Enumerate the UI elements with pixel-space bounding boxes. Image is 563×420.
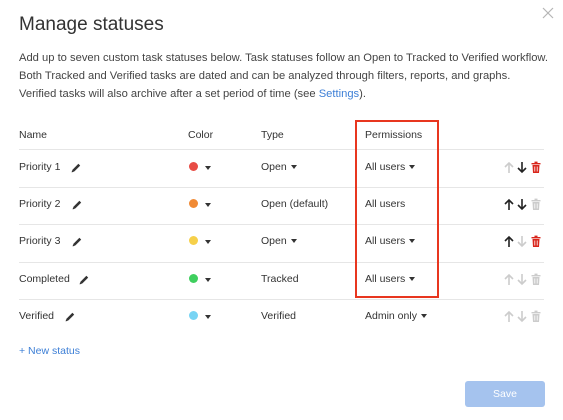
table-row: Completed Tracked All users <box>0 262 563 299</box>
status-name: Completed <box>19 273 70 285</box>
dialog-title: Manage statuses <box>19 14 164 35</box>
type-label: Open <box>261 235 287 247</box>
arrow-down-icon <box>517 311 527 323</box>
status-name: Priority 1 <box>19 161 61 173</box>
pencil-icon[interactable] <box>78 274 90 286</box>
permissions-highlight-box <box>355 120 439 298</box>
color-swatch[interactable] <box>189 274 198 283</box>
type-value: Open (default) <box>261 198 328 210</box>
pencil-icon[interactable] <box>71 199 83 211</box>
type-label: Open (default) <box>261 198 329 210</box>
color-swatch[interactable] <box>189 311 198 320</box>
pencil-icon[interactable] <box>70 162 82 174</box>
header-type: Type <box>261 129 284 141</box>
chevron-down-icon <box>420 314 427 319</box>
trash-icon <box>531 310 541 322</box>
type-dropdown[interactable]: Open <box>261 161 297 173</box>
type-value: Tracked <box>261 273 299 285</box>
arrow-up-icon[interactable] <box>503 235 515 248</box>
trash-icon[interactable] <box>530 235 542 248</box>
trash-icon <box>531 273 541 285</box>
permissions-label: Admin only <box>365 310 417 322</box>
trash-icon[interactable] <box>530 161 542 174</box>
chevron-down-icon[interactable] <box>205 240 211 244</box>
table-row: Priority 1 Open All users <box>0 150 563 187</box>
pencil-icon[interactable] <box>71 236 83 248</box>
trash-icon <box>531 198 541 210</box>
type-dropdown[interactable]: Open <box>261 235 297 247</box>
chevron-down-icon[interactable] <box>205 315 211 319</box>
description-text-end: ). <box>359 88 366 100</box>
color-swatch[interactable] <box>189 236 198 245</box>
arrow-down-icon[interactable] <box>516 161 528 174</box>
chevron-down-icon[interactable] <box>205 166 211 170</box>
chevron-down-icon[interactable] <box>205 203 211 207</box>
chevron-down-icon[interactable] <box>205 278 211 282</box>
status-name: Verified <box>19 310 55 322</box>
table-row: Priority 3 Open All users <box>0 224 563 261</box>
status-name: Priority 2 <box>19 198 61 210</box>
header-color: Color <box>188 129 214 141</box>
header-name: Name <box>19 129 48 141</box>
arrow-down-icon <box>517 236 527 248</box>
arrow-up-icon <box>504 310 514 322</box>
arrow-up-icon[interactable] <box>503 198 515 211</box>
table-row: Verified Verified Admin only <box>0 299 563 336</box>
description-text: Add up to seven custom task statuses bel… <box>19 52 548 100</box>
type-label: Verified <box>261 310 297 322</box>
new-status-link[interactable]: + New status <box>19 345 80 357</box>
status-name: Priority 3 <box>19 235 61 247</box>
type-label: Open <box>261 161 287 173</box>
save-button[interactable]: Save <box>465 381 545 407</box>
color-swatch[interactable] <box>189 162 198 171</box>
type-label: Tracked <box>261 273 299 285</box>
color-swatch[interactable] <box>189 199 198 208</box>
settings-link[interactable]: Settings <box>319 88 359 100</box>
chevron-down-icon <box>290 239 297 244</box>
manage-statuses-dialog: Manage statuses Add up to seven custom t… <box>0 0 563 420</box>
permissions-dropdown[interactable]: Admin only <box>365 310 427 322</box>
dialog-description: Add up to seven custom task statuses bel… <box>19 49 549 103</box>
type-value: Verified <box>261 310 296 322</box>
close-icon[interactable] <box>541 6 555 20</box>
chevron-down-icon <box>290 165 297 170</box>
table-row: Priority 2 Open (default) All users <box>0 187 563 224</box>
arrow-up-icon <box>504 161 514 173</box>
arrow-down-icon <box>517 274 527 286</box>
arrow-down-icon[interactable] <box>516 198 528 211</box>
arrow-up-icon <box>504 273 514 285</box>
pencil-icon[interactable] <box>64 311 76 323</box>
